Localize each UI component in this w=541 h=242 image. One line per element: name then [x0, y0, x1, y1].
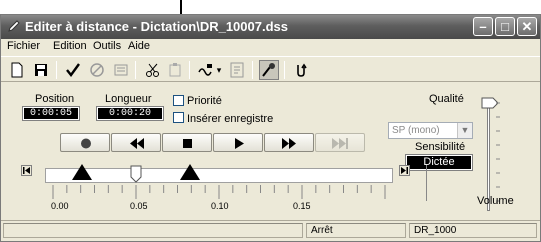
- paste-icon[interactable]: [165, 60, 185, 80]
- menu-edition[interactable]: Edition: [53, 40, 87, 52]
- skip-end-button[interactable]: [315, 133, 365, 152]
- callout-arrow-stop: [180, 164, 200, 180]
- inserer-checkbox[interactable]: [173, 112, 184, 123]
- toolbar-separator: [189, 61, 190, 79]
- qualite-label: Qualité: [429, 93, 464, 105]
- insert-icon[interactable]: [227, 60, 247, 80]
- settings-icon[interactable]: [259, 60, 279, 80]
- status-state: Arrêt: [306, 223, 406, 238]
- timeline-track[interactable]: [45, 168, 393, 183]
- menu-bar: Fichier Edition Outils Aide: [1, 39, 540, 55]
- fast-forward-button[interactable]: [264, 133, 314, 152]
- level-meter: [426, 165, 430, 201]
- chevron-down-icon[interactable]: ▼: [457, 123, 472, 138]
- position-label: Position: [35, 93, 75, 105]
- window-title: Editer à distance - Dictation\DR_10007.d…: [25, 19, 288, 34]
- app-window: Editer à distance - Dictation\DR_10007.d…: [0, 14, 541, 242]
- maximize-icon[interactable]: □: [495, 17, 515, 36]
- rewind-button[interactable]: [111, 133, 161, 152]
- tick-label: 0.10: [211, 201, 229, 211]
- qualite-value: SP (mono): [392, 125, 440, 136]
- toolbar-separator: [56, 61, 57, 79]
- tick-label: 0.05: [130, 201, 148, 211]
- toolbar-separator: [252, 61, 253, 79]
- title-bar: Editer à distance - Dictation\DR_10007.d…: [1, 15, 540, 39]
- sensibilite-display[interactable]: Dictée: [405, 154, 473, 171]
- new-document-icon[interactable]: [7, 60, 27, 80]
- tick-label: 0.15: [293, 201, 311, 211]
- menu-fichier[interactable]: Fichier: [7, 40, 40, 52]
- speech-icon[interactable]: [195, 60, 215, 80]
- status-author: DR_1000: [409, 223, 537, 238]
- stop-icon: [183, 139, 192, 148]
- toolbar: ▾: [1, 56, 540, 82]
- status-cell-empty: [3, 223, 303, 238]
- timeline-thumb[interactable]: [130, 165, 142, 183]
- inserer-label: Insérer enregistre: [187, 113, 274, 125]
- priorite-label: Priorité: [187, 95, 222, 107]
- stop-button[interactable]: [162, 133, 212, 152]
- rewind-icon: [130, 138, 144, 149]
- skip-end-icon: [332, 138, 348, 149]
- dropdown-arrow-icon[interactable]: ▾: [214, 60, 224, 80]
- longueur-label: Longueur: [105, 93, 152, 105]
- position-display: 0:00:05: [22, 106, 80, 121]
- checkmark-icon[interactable]: [63, 60, 83, 80]
- record-icon: [81, 138, 91, 149]
- menu-aide[interactable]: Aide: [128, 40, 150, 52]
- qualite-select[interactable]: SP (mono) ▼: [388, 122, 473, 139]
- tick-label: 0.00: [51, 201, 69, 211]
- record-button[interactable]: [60, 133, 110, 152]
- pencil-icon: [8, 20, 20, 32]
- minimize-icon[interactable]: –: [473, 17, 493, 36]
- properties-icon[interactable]: [111, 60, 131, 80]
- toolbar-separator: [135, 61, 136, 79]
- callout-arrow-record: [72, 164, 92, 180]
- volume-label: Volume: [477, 195, 514, 207]
- fast-forward-icon: [282, 138, 296, 149]
- undo-icon[interactable]: [291, 60, 311, 80]
- screenshot-root: Editer à distance - Dictation\DR_10007.d…: [0, 0, 541, 242]
- longueur-display: 0:00:20: [96, 106, 164, 121]
- toolbar-separator: [284, 61, 285, 79]
- menu-outils[interactable]: Outils: [93, 40, 121, 52]
- cancel-icon[interactable]: [87, 60, 107, 80]
- play-button[interactable]: [213, 133, 263, 152]
- play-icon: [235, 138, 244, 149]
- priorite-checkbox[interactable]: [173, 95, 184, 106]
- cut-icon[interactable]: [143, 60, 163, 80]
- sensibilite-label: Sensibilité: [415, 141, 466, 153]
- status-bar: Arrêt DR_1000: [1, 220, 540, 240]
- skip-start-icon[interactable]: [21, 165, 32, 176]
- save-icon[interactable]: [31, 60, 51, 80]
- skip-end-icon[interactable]: [399, 165, 410, 176]
- close-icon[interactable]: ✕: [517, 17, 537, 36]
